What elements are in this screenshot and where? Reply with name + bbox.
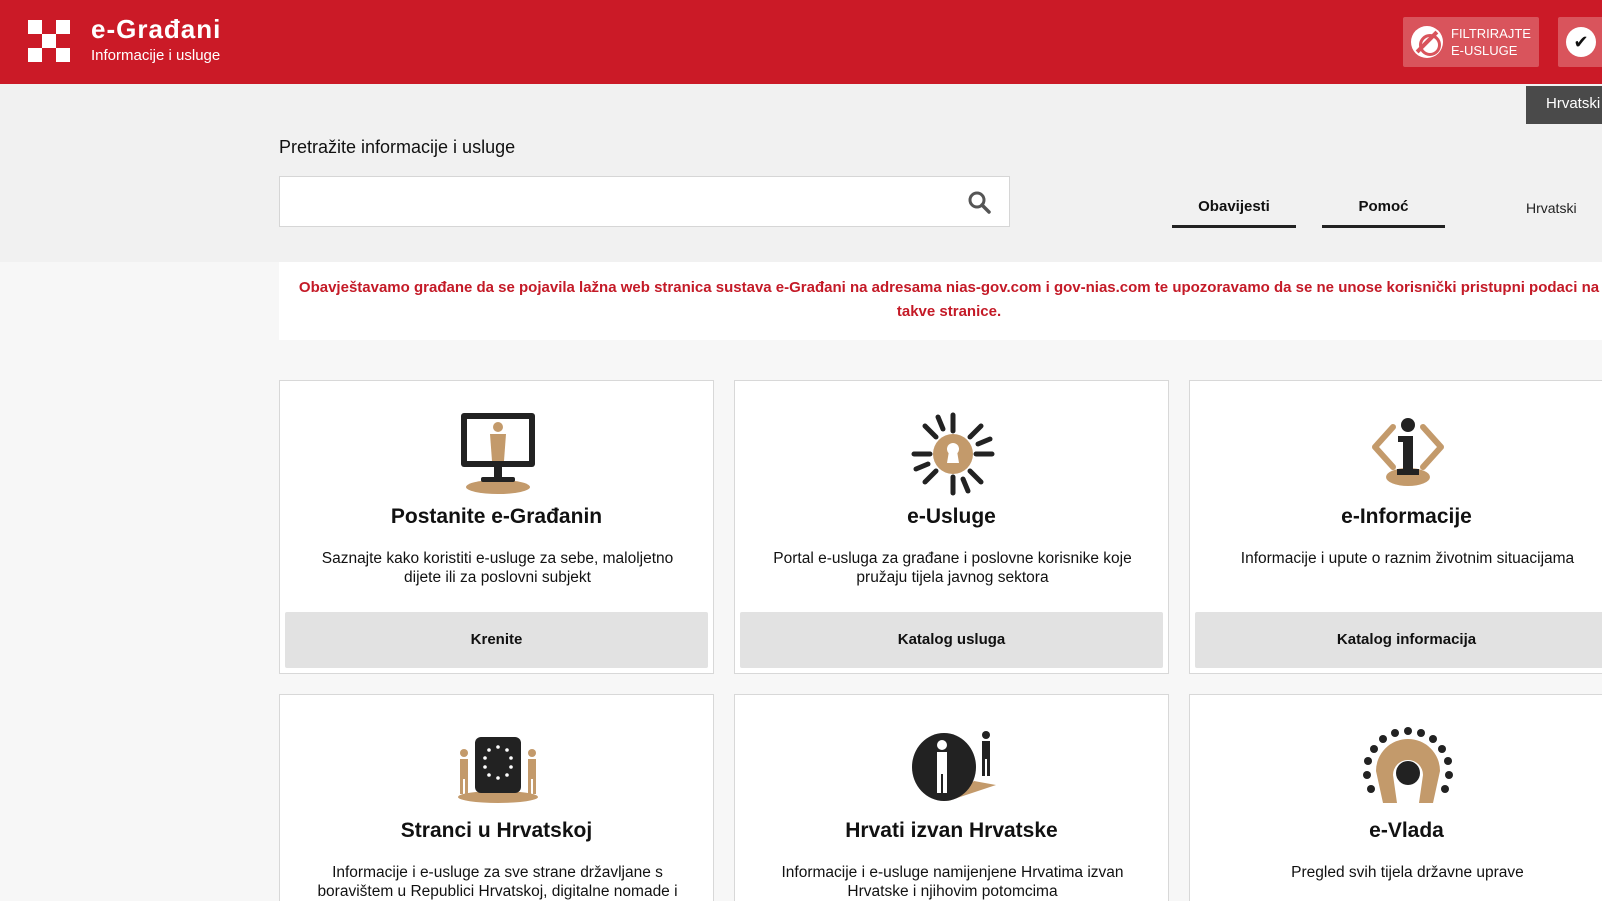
croatians-abroad-icon (912, 731, 996, 801)
language-select[interactable]: Hrvatski (1526, 200, 1577, 216)
search-box (279, 176, 1010, 227)
warning-notice: Obavještavamo građane da se pojavila laž… (279, 262, 1602, 340)
card-description: Informacije i upute o raznim životnim si… (1240, 550, 1575, 567)
card-title: e-Vlada (1369, 819, 1444, 842)
top-header: e-Građani Informacije i usluge FILTRIRAJ… (0, 0, 1602, 84)
monitor-person-icon (461, 413, 535, 494)
card-description: Informacije i e-usluge namijenjene Hrvat… (781, 864, 1124, 900)
card-postanite-egradanin: Postanite e-Građanin Saznajte kako koris… (279, 380, 714, 674)
filter-eservices-button[interactable]: FILTRIRAJTE E-USLUGE (1403, 17, 1539, 67)
filter-button-label: FILTRIRAJTE E-USLUGE (1451, 26, 1531, 58)
card-title: e-Usluge (907, 505, 996, 528)
card-description: Pregled svih tijela državne uprave (1291, 864, 1524, 881)
filter-globe-icon (1411, 26, 1443, 58)
card-title: e-Informacije (1341, 505, 1472, 528)
login-check-button[interactable]: ✔ (1558, 17, 1602, 67)
service-catalog-button[interactable]: Katalog usluga (740, 612, 1163, 668)
search-label: Pretražite informacije i usluge (279, 137, 516, 157)
card-title: Stranci u Hrvatskoj (400, 819, 593, 842)
keyhole-star-icon (911, 412, 995, 496)
card-stranci-u-hrvatskoj: Stranci u Hrvatskoj Informacije i e-uslu… (279, 694, 714, 901)
logo-icon[interactable] (28, 20, 72, 64)
card-title: Hrvati izvan Hrvatske (845, 819, 1058, 842)
card-description: Saznajte kako koristiti e-usluge za sebe… (321, 550, 674, 586)
checkmark-icon: ✔ (1566, 27, 1596, 57)
government-circle-icon (1363, 727, 1453, 803)
brand-title[interactable]: e-Građani (91, 14, 221, 45)
search-icon[interactable] (967, 190, 991, 214)
eu-flag-people-icon (458, 737, 538, 803)
card-evlada: e-Vlada Pregled svih tijela državne upra… (1189, 694, 1602, 901)
tab-help[interactable]: Pomoć (1322, 198, 1445, 228)
card-hrvati-izvan-hrvatske: Hrvati izvan Hrvatske Informacije i e-us… (734, 694, 1169, 901)
start-button[interactable]: Krenite (285, 612, 708, 668)
info-catalog-button[interactable]: Katalog informacija (1195, 612, 1602, 668)
language-tab[interactable]: Hrvatski (1526, 86, 1602, 124)
brand-subtitle: Informacije i usluge (91, 47, 221, 64)
tab-notifications[interactable]: Obavijesti (1172, 198, 1296, 228)
card-description: Portal e-usluga za građane i poslovne ko… (773, 550, 1132, 586)
card-description: Informacije i e-usluge za sve strane drž… (317, 864, 678, 900)
card-eusluge: e-Usluge Portal e-usluga za građane i po… (734, 380, 1169, 674)
info-person-icon (1372, 418, 1444, 486)
search-input[interactable] (290, 187, 930, 217)
card-title: Postanite e-Građanin (390, 505, 603, 528)
card-einformacije: e-Informacije Informacije i upute o razn… (1189, 380, 1602, 674)
